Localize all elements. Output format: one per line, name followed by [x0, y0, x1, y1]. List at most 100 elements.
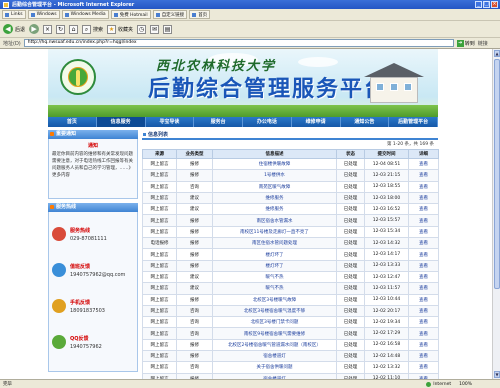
- cell-detail-link[interactable]: 查看: [408, 225, 439, 239]
- cell-description[interactable]: 南区宿舍水管漏水: [212, 214, 337, 227]
- history-icon[interactable]: ◷: [137, 24, 147, 34]
- menu-office-phone[interactable]: 办公电话: [243, 117, 292, 127]
- cell-detail-link[interactable]: 查看: [408, 327, 439, 340]
- cell-time: 12-03 16:52: [364, 203, 409, 216]
- cell-source: 网上留言: [142, 293, 177, 306]
- cell-status: 已处理: [336, 259, 365, 272]
- cell-detail-link[interactable]: 查看: [408, 316, 439, 329]
- cell-status: 已处理: [336, 214, 365, 227]
- cell-detail-link[interactable]: 查看: [408, 270, 439, 284]
- cell-detail-link[interactable]: 查看: [408, 214, 439, 227]
- menu-home[interactable]: 首页: [48, 117, 97, 127]
- cell-description[interactable]: 1号楼供水: [212, 169, 337, 182]
- service-phone-icon: [52, 227, 66, 241]
- page-icon: [30, 12, 35, 17]
- cell-description[interactable]: 南苑区暖气故障: [212, 180, 337, 193]
- cell-detail-link[interactable]: 查看: [408, 293, 439, 306]
- cell-description[interactable]: 楼灯坏了: [212, 259, 337, 272]
- cell-detail-link[interactable]: 查看: [408, 350, 439, 363]
- cell-detail-link[interactable]: 查看: [408, 248, 439, 261]
- address-label: 地址(D): [3, 40, 21, 47]
- cell-type: 报修: [176, 338, 213, 352]
- link-windows[interactable]: Windows: [27, 10, 60, 19]
- refresh-icon[interactable]: ↻: [56, 24, 66, 34]
- cell-time: 12-02 16:58: [364, 338, 409, 352]
- cell-description[interactable]: 宿舍楼道灯: [212, 350, 337, 363]
- cell-type: 报修: [176, 293, 213, 306]
- vertical-scrollbar[interactable]: ▲ ▼: [492, 49, 500, 379]
- cell-detail-link[interactable]: 查看: [408, 157, 439, 171]
- cell-description[interactable]: 北校区2号楼宿舍暖气管道漏水问题（南校区）: [212, 338, 337, 352]
- cell-description[interactable]: 暖气不热: [212, 282, 337, 295]
- cell-description[interactable]: 北校区3号楼宿舍暖气温度不够: [212, 304, 337, 318]
- forward-button[interactable]: ▶: [29, 24, 40, 34]
- cell-description[interactable]: 南校区11号楼及走廊灯一直不亮了: [212, 225, 337, 239]
- table-row: 网上留言 报修 北校区3号楼暖气故障 已处理 12-03 10:44 查看: [142, 293, 439, 306]
- cell-description[interactable]: 北校区3号楼门禁卡问题: [212, 316, 337, 329]
- maximize-button[interactable]: □: [483, 1, 490, 8]
- cell-source: 网上留言: [142, 304, 177, 318]
- cell-type: 建议: [176, 203, 213, 216]
- notice-panel: 通知 最近你目前内容的维修和有关常发现问题需要注意，对于电话热线工作回报等有关问…: [48, 139, 138, 199]
- go-button[interactable]: ➜ 转到: [456, 39, 475, 47]
- cell-description[interactable]: 楼灯坏了: [212, 248, 337, 261]
- cell-description[interactable]: 维修服务: [212, 191, 337, 205]
- link-hotmail[interactable]: 免费 Hotmail: [110, 10, 151, 19]
- mail-icon[interactable]: ✉: [150, 24, 160, 34]
- cell-time: 12-03 18:55: [364, 180, 409, 193]
- link-custom[interactable]: 自定义链接: [152, 10, 188, 19]
- close-button[interactable]: ×: [491, 1, 498, 8]
- menu-management[interactable]: 后勤管理平台: [389, 117, 438, 127]
- link-links[interactable]: Links: [2, 10, 26, 19]
- print-icon[interactable]: ▤: [163, 24, 173, 34]
- back-button[interactable]: ◀ 后退: [3, 24, 25, 34]
- cell-description[interactable]: 暖气不热: [212, 270, 337, 284]
- cell-detail-link[interactable]: 查看: [408, 338, 439, 352]
- menu-service-desk[interactable]: 服务台: [194, 117, 243, 127]
- cell-type: 报修: [176, 214, 213, 227]
- menu-announcements[interactable]: 通知公告: [341, 117, 390, 127]
- cell-type: 报修: [176, 169, 213, 182]
- table-row: 网上留言 报修 北校区2号楼宿舍暖气管道漏水问题（南校区） 已处理 12-02 16:5…: [142, 338, 439, 352]
- search-button[interactable]: ⌕ 搜索: [82, 24, 103, 34]
- cell-description[interactable]: 南校区9号楼宿舍暖气需要维修: [212, 327, 337, 340]
- cell-detail-link[interactable]: 查看: [408, 169, 439, 182]
- page-content: 西北农林科技大学 后勤综合管理服务平台 首页 信息服务 寻宝导读 服务台 办公电…: [48, 49, 439, 379]
- cell-description[interactable]: 南区住宿水管问题处理: [212, 237, 337, 250]
- stop-icon[interactable]: ×: [43, 24, 53, 34]
- cell-description[interactable]: 关于宿舍供暖问题: [212, 361, 337, 374]
- cell-detail-link[interactable]: 查看: [408, 282, 439, 295]
- scroll-thumb[interactable]: [494, 59, 500, 289]
- cell-description[interactable]: 维修服务: [212, 203, 337, 216]
- cell-time: 12-03 21:15: [364, 169, 409, 182]
- cell-detail-link[interactable]: 查看: [408, 191, 439, 205]
- table-row: 网上留言 报修 住宿楼供暖故障 已处理 12-04 08:51 查看: [142, 157, 439, 171]
- links-label[interactable]: 链接: [478, 40, 488, 47]
- favorites-button[interactable]: ★ 收藏夹: [107, 24, 133, 34]
- cell-detail-link[interactable]: 查看: [408, 259, 439, 272]
- zoom-level[interactable]: 100%: [459, 382, 472, 387]
- scroll-down-icon[interactable]: ▼: [494, 371, 500, 378]
- info-table: 来源 业务类型 信息描述 状态 提交时间 详细 网上留言 报修 住宿楼供暖故障 已处理…: [142, 149, 439, 379]
- cell-detail-link[interactable]: 查看: [408, 203, 439, 216]
- menu-info-service[interactable]: 信息服务: [96, 117, 146, 127]
- scroll-up-icon[interactable]: ▲: [494, 50, 500, 57]
- cell-detail-link[interactable]: 查看: [408, 180, 439, 193]
- home-icon[interactable]: ⌂: [69, 24, 79, 34]
- menu-repair-request[interactable]: 维修申请: [292, 117, 341, 127]
- cell-description[interactable]: 住宿楼供暖故障: [212, 157, 337, 171]
- cell-detail-link[interactable]: 查看: [408, 304, 439, 318]
- cell-description[interactable]: 北校区3号楼暖气故障: [212, 293, 337, 306]
- cell-detail-link[interactable]: 查看: [408, 361, 439, 374]
- star-icon: ★: [107, 24, 117, 34]
- menu-guide[interactable]: 寻宝导读: [146, 117, 195, 127]
- cell-status: 已处理: [336, 180, 365, 193]
- address-input[interactable]: http://hq.nwsuaf.edu.cn/index.php?r=hqgl…: [23, 39, 454, 47]
- col-description: 信息描述: [212, 149, 337, 159]
- link-windows-media[interactable]: Windows Media: [61, 10, 109, 19]
- link-home[interactable]: 首页: [189, 10, 211, 19]
- cell-source: 网上留言: [142, 225, 177, 239]
- cell-detail-link[interactable]: 查看: [408, 237, 439, 250]
- cell-source: 网上留言: [142, 282, 177, 295]
- minimize-button[interactable]: _: [475, 1, 482, 8]
